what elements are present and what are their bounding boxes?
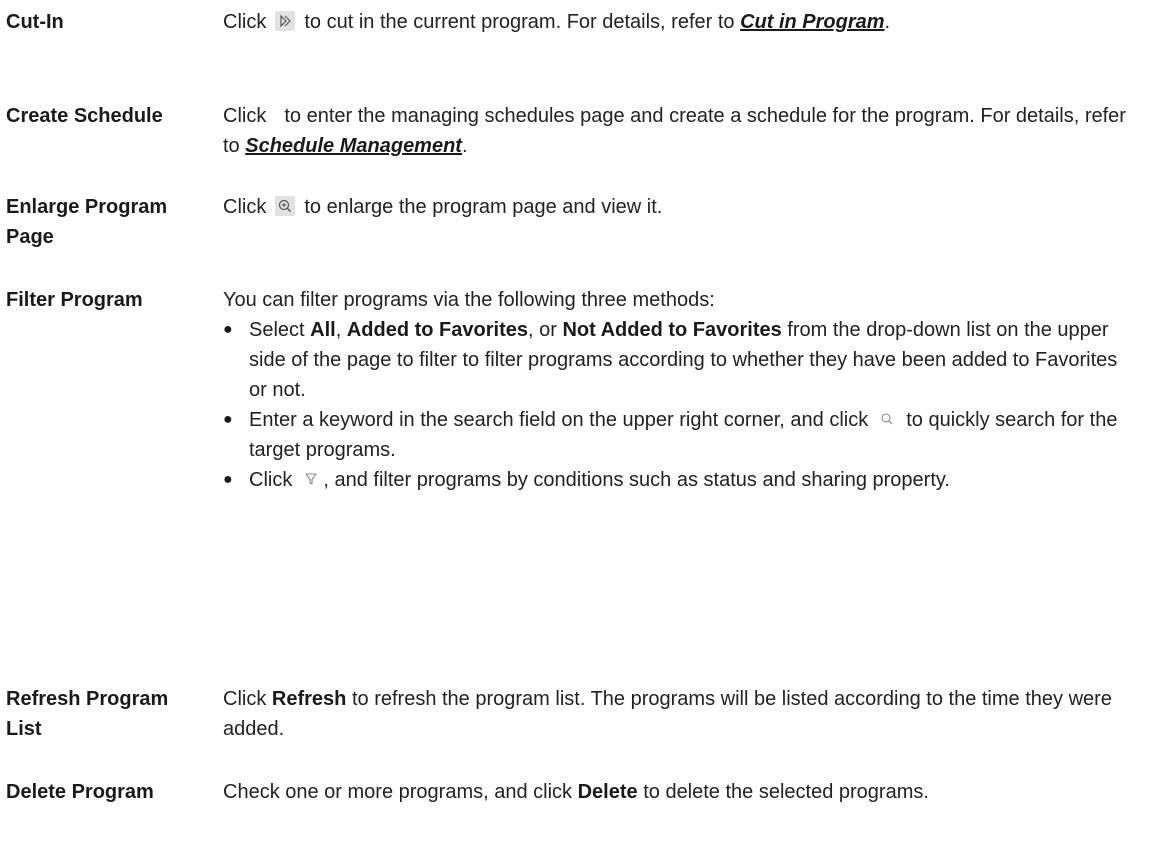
desc-text: Click [223,11,267,33]
desc-text: Click [223,196,267,218]
list-item: Select All, Added to Favorites, or Not A… [223,315,1128,405]
term-filter-program: Filter Program [6,289,143,311]
desc-refresh-program-list: Click Refresh to refresh the program lis… [223,684,1128,744]
refresh-label: Refresh [271,688,347,710]
delete-label: Delete [577,781,638,803]
desc-text: , [335,319,342,341]
term-delete-program: Delete Program [6,781,154,803]
link-schedule-management[interactable]: Schedule Management [245,135,462,157]
option-added-to-favorites: Added to Favorites [346,319,528,341]
desc-text: to delete the selected programs. [643,781,929,803]
cut-in-icon [275,11,296,31]
desc-create-schedule: Click to enter the managing schedules pag… [223,101,1128,161]
create-schedule-icon [270,105,280,125]
desc-text: Enter a keyword in the search field on t… [249,409,869,431]
list-item: Enter a keyword in the search field on t… [223,405,1128,465]
desc-text: Click [223,105,267,127]
desc-text: Click [223,688,267,710]
desc-text: . [884,11,891,33]
term-enlarge-program-page: Enlarge Program Page [6,196,168,248]
desc-text: Click [249,469,293,491]
desc-text: , and filter programs by conditions such… [323,469,950,491]
link-cut-in-program[interactable]: Cut in Program [740,11,884,33]
search-icon [877,409,897,429]
desc-text: to refresh the program list. The program… [223,688,1112,740]
option-not-added-to-favorites: Not Added to Favorites [562,319,782,341]
zoom-in-icon [275,196,296,216]
desc-text: to enlarge the program page and view it. [304,196,663,218]
desc-text: Check one or more programs, and click [223,781,573,803]
desc-text: , or [527,319,557,341]
desc-delete-program: Check one or more programs, and click De… [223,777,1128,807]
desc-cut-in: Click to cut in the current program. For … [223,7,1128,37]
filter-methods-list: Select All, Added to Favorites, or Not A… [223,315,1128,495]
option-all: All [310,319,336,341]
desc-enlarge-program-page: Click to enlarge the program page and vie… [223,192,1128,222]
term-cut-in: Cut-In [6,11,64,33]
desc-text: . [461,135,468,157]
desc-text: to cut in the current program. For detai… [304,11,735,33]
term-refresh-program-list: Refresh Program List [6,688,169,740]
list-item: Click , and filter programs by conditions… [223,465,1128,495]
desc-text: Select [249,319,305,341]
filter-icon [301,469,321,489]
filter-intro: You can filter programs via the followin… [223,289,715,311]
term-create-schedule: Create Schedule [6,105,163,127]
desc-filter-program: You can filter programs via the followin… [223,285,1128,495]
